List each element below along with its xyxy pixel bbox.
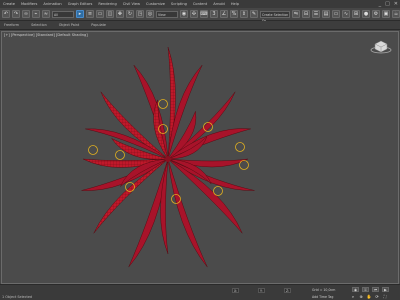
spinner-snap-icon[interactable]: ⇕ [240,10,248,18]
material-editor-icon[interactable]: ● [362,10,370,18]
render-setup-icon[interactable]: ⚙ [372,10,380,18]
bone-gizmo[interactable] [115,150,125,160]
mirror-icon[interactable]: ⇋ [292,10,300,18]
edit-named-selection-icon[interactable]: ✎ [250,10,258,18]
render-teapot-icon[interactable]: ☕ [392,10,400,18]
ribbon-toggle-icon[interactable]: ▭ [332,10,340,18]
pan-icon[interactable]: ✋ [366,294,372,299]
angle-snap-icon[interactable]: ∠ [220,10,228,18]
window-controls: _ □ ✕ [379,0,398,8]
bone-gizmo[interactable] [158,99,168,109]
bone-gizmo[interactable] [213,186,223,196]
grid-size-readout: Grid = 10,0cm [312,288,336,292]
select-object-icon[interactable]: ▸ [76,10,84,18]
bone-gizmo[interactable] [235,142,245,152]
pivot-center-icon[interactable]: ◉ [180,10,188,18]
rectangle-selection-icon[interactable]: ▭ [96,10,104,18]
keyboard-shortcut-icon[interactable]: ⌨ [200,10,208,18]
menu-item-content[interactable]: Content [193,2,207,6]
orbit-icon[interactable]: ⟳ [374,294,380,299]
status-bar: 1 Object Selected X: Y: Z: Grid = 10,0cm… [0,284,400,300]
maximize-viewport-icon[interactable]: ⛶ [382,294,388,299]
bind-space-warp-icon[interactable]: ≈ [42,10,50,18]
scale-icon[interactable]: ◳ [136,10,144,18]
zoom-icon[interactable]: ⌕ [350,294,356,299]
percent-snap-icon[interactable]: % [230,10,238,18]
menu-item-create[interactable]: Create [3,2,15,6]
minimize-button[interactable]: _ [379,1,382,7]
menu-item-animation[interactable]: Animation [43,2,61,6]
redo-icon[interactable]: ↷ [12,10,20,18]
ribbon-tabs: Freeform Selection Object Paint Populate [0,21,400,30]
menu-item-arnold[interactable]: Arnold [213,2,225,6]
undo-icon[interactable]: ↶ [2,10,10,18]
selection-status: 1 Object Selected [2,295,33,299]
layer-explorer-icon[interactable]: ▤ [322,10,330,18]
perspective-viewport[interactable]: [+] [Perspective] [Standard] [Default Sh… [1,31,399,284]
menu-bar: Create Modifiers Animation Graph Editors… [0,0,400,8]
tab-object-paint[interactable]: Object Paint [59,23,80,27]
unlink-icon[interactable]: ⌁ [32,10,40,18]
menu-item-civil-view[interactable]: Civil View [123,2,140,6]
menu-item-scripting[interactable]: Scripting [171,2,187,6]
scene-explorer-icon[interactable]: ☰ [312,10,320,18]
viewcube-icon[interactable] [370,40,392,54]
align-icon[interactable]: ⊟ [302,10,310,18]
zoom-all-icon[interactable]: ⊕ [358,294,364,299]
go-to-start-button[interactable]: ⏮ [372,287,379,292]
snap-toggle-icon[interactable]: 3 [210,10,218,18]
selection-filter-dropdown[interactable]: All [52,10,74,18]
flower-center[interactable] [165,156,171,162]
maximize-button[interactable]: □ [385,1,390,7]
menu-item-rendering[interactable]: Rendering [98,2,116,6]
z-coordinate-field[interactable]: Z: [284,288,292,293]
add-time-tag-button[interactable]: Add Time Tag [312,295,333,299]
tab-freeform[interactable]: Freeform [4,23,19,27]
schematic-view-icon[interactable]: ⊞ [352,10,360,18]
select-manipulate-icon[interactable]: ✣ [190,10,198,18]
tab-populate[interactable]: Populate [91,23,106,27]
menu-item-customize[interactable]: Customize [146,2,165,6]
close-button[interactable]: ✕ [394,1,398,7]
reference-coordinate-dropdown[interactable]: View [156,10,178,18]
menu-item-graph-editors[interactable]: Graph Editors [68,2,93,6]
named-selection-set-dropdown[interactable]: Create Selection Se [260,10,290,23]
y-coordinate-field[interactable]: Y: [258,288,265,293]
auto-key-button[interactable]: ◉ [352,287,359,292]
bone-gizmo[interactable] [239,160,249,170]
tab-selection[interactable]: Selection [31,23,47,27]
x-coordinate-field[interactable]: X: [232,288,240,293]
move-icon[interactable]: ✥ [116,10,124,18]
set-key-button[interactable]: ⚿ [362,287,369,292]
placement-icon[interactable]: ◎ [146,10,154,18]
select-by-name-icon[interactable]: ≡ [86,10,94,18]
rendered-frame-window-icon[interactable]: ▣ [382,10,390,18]
rotate-icon[interactable]: ↻ [126,10,134,18]
scene-canvas[interactable] [2,32,399,284]
play-button[interactable]: ▶ [382,287,389,292]
menu-item-modifiers[interactable]: Modifiers [21,2,37,6]
menu-item-help[interactable]: Help [231,2,239,6]
window-crossing-icon[interactable]: ◫ [106,10,114,18]
flower-model[interactable] [81,46,255,268]
main-toolbar: ↶ ↷ ∞ ⌁ ≈ All ▸ ≡ ▭ ◫ ✥ ↻ ◳ ◎ View ◉ ✣ ⌨… [0,8,400,23]
link-icon[interactable]: ∞ [22,10,30,18]
curve-editor-icon[interactable]: ∿ [342,10,350,18]
bone-gizmo[interactable] [88,145,98,155]
